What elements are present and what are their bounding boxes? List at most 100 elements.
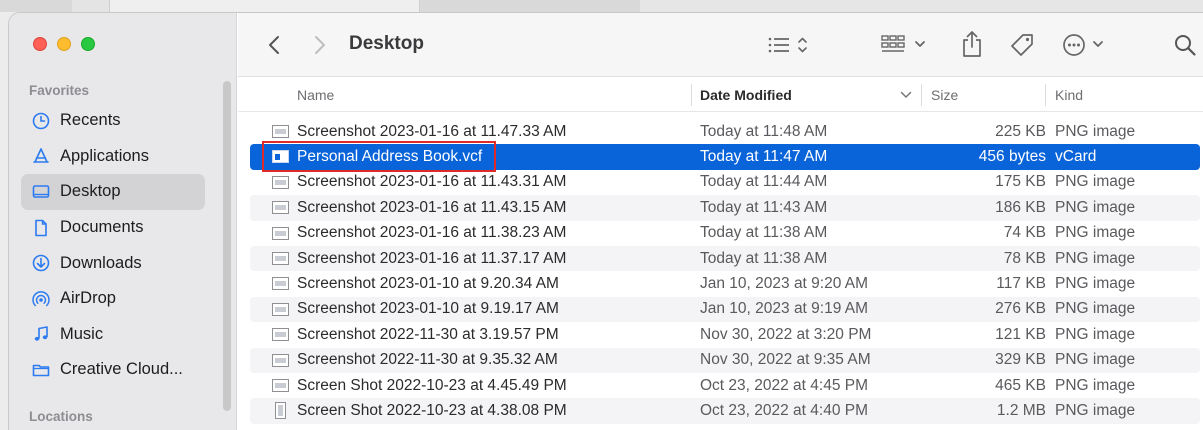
file-name: Screen Shot 2022-10-23 at 4.38.08 PM	[297, 401, 567, 419]
column-header: Name Date Modified Size Kind	[238, 78, 1203, 112]
toolbar: Desktop	[238, 13, 1203, 77]
clock-icon	[31, 111, 51, 131]
sidebar-item-label: Recents	[60, 111, 121, 130]
folder-icon	[31, 360, 51, 380]
file-row[interactable]: Screenshot 2023-01-16 at 11.37.17 AM Toda…	[250, 245, 1200, 272]
view-options-button[interactable]	[766, 33, 814, 57]
finder-window: Favorites Recents Applications Desktop D…	[8, 12, 1203, 430]
file-name: Screenshot 2023-01-10 at 9.20.34 AM	[297, 275, 559, 293]
grid-icon	[881, 35, 925, 52]
file-date-modified: Today at 11:38 AM	[700, 249, 828, 267]
file-date-modified: Today at 11:38 AM	[700, 224, 828, 242]
file-row[interactable]: Screen Shot 2022-10-23 at 4.45.49 PM Oct …	[250, 373, 1200, 398]
column-divider[interactable]	[921, 84, 922, 106]
sidebar-item-documents[interactable]: Documents	[21, 210, 205, 246]
file-kind: PNG image	[1055, 173, 1136, 191]
file-kind: vCard	[1055, 148, 1097, 166]
sidebar-item-music[interactable]: Music	[21, 317, 205, 353]
file-kind: PNG image	[1055, 300, 1136, 318]
sidebar-item-desktop[interactable]: Desktop	[21, 174, 205, 210]
column-header-size[interactable]: Size	[931, 78, 958, 112]
image-file-icon	[272, 301, 289, 318]
sidebar-scrollbar[interactable]	[223, 81, 231, 411]
file-size: 465 KB	[995, 376, 1046, 394]
image-file-icon	[272, 225, 289, 242]
sidebar-item-label: Documents	[60, 218, 144, 237]
file-row[interactable]: Screenshot 2023-01-10 at 9.20.34 AM Jan 1…	[250, 271, 1200, 296]
file-row[interactable]: Screenshot 2022-11-30 at 9.35.32 AM Nov 3…	[250, 347, 1200, 373]
ellipsis-circle-icon	[1063, 34, 1103, 56]
file-kind: PNG image	[1055, 351, 1136, 369]
share-button[interactable]	[960, 29, 984, 59]
sidebar-item-creative-cloud[interactable]: Creative Cloud...	[21, 352, 205, 388]
sidebar-item-label: Music	[60, 324, 104, 343]
file-name: Screenshot 2023-01-16 at 11.43.15 AM	[297, 198, 567, 216]
file-size: 74 KB	[1003, 224, 1046, 242]
document-icon	[31, 218, 51, 238]
background-window-strip	[0, 0, 1203, 12]
file-kind: PNG image	[1055, 401, 1136, 419]
tags-button[interactable]	[1008, 31, 1036, 59]
sidebar-item-label: Creative Cloud...	[60, 360, 183, 379]
file-row[interactable]: Screenshot 2023-01-16 at 11.38.23 AM Toda…	[250, 221, 1200, 246]
file-name: Screenshot 2022-11-30 at 3.19.57 PM	[297, 325, 559, 343]
file-row-selected[interactable]: Personal Address Book.vcf Today at 11:47 …	[250, 141, 1200, 173]
more-actions-button[interactable]	[1062, 31, 1108, 59]
forward-button[interactable]	[310, 33, 330, 57]
background-tab	[110, 0, 420, 12]
sidebar-item-airdrop[interactable]: AirDrop	[21, 281, 205, 317]
file-name: Screenshot 2023-01-16 at 11.38.23 AM	[297, 224, 567, 242]
column-header-date[interactable]: Date Modified	[700, 78, 792, 112]
minimize-window-button[interactable]	[57, 37, 71, 51]
back-button[interactable]	[264, 33, 284, 57]
file-kind: PNG image	[1055, 122, 1136, 140]
search-icon	[1175, 35, 1196, 56]
sidebar-item-applications[interactable]: Applications	[21, 139, 205, 175]
sidebar-item-downloads[interactable]: Downloads	[21, 245, 205, 281]
column-divider[interactable]	[691, 84, 692, 106]
file-row[interactable]: Screenshot 2022-11-30 at 3.19.57 PM Nov 3…	[250, 322, 1200, 347]
file-row[interactable]: Screen Shot 2022-10-23 at 4.38.08 PM Oct …	[250, 398, 1200, 424]
file-date-modified: Today at 11:47 AM	[700, 148, 828, 166]
vcard-file-icon	[272, 148, 289, 165]
image-file-icon	[272, 377, 289, 394]
file-row[interactable]: Screenshot 2023-01-16 at 11.43.31 AM Toda…	[250, 170, 1200, 195]
column-divider[interactable]	[1045, 84, 1046, 106]
file-size: 225 KB	[995, 122, 1046, 140]
sidebar-item-label: Desktop	[60, 182, 121, 201]
applications-icon	[31, 146, 51, 166]
file-name: Screenshot 2023-01-16 at 11.47.33 AM	[297, 122, 567, 140]
close-window-button[interactable]	[33, 37, 47, 51]
file-size: 276 KB	[995, 300, 1046, 318]
image-file-icon	[272, 123, 289, 140]
file-row[interactable]: Screenshot 2023-01-16 at 11.47.33 AM Toda…	[250, 119, 1200, 144]
file-name: Screenshot 2023-01-10 at 9.19.17 AM	[297, 300, 559, 318]
file-list: Screenshot 2023-01-16 at 11.47.33 AM Toda…	[250, 119, 1200, 424]
sidebar-favorites-list: Recents Applications Desktop Documents D…	[21, 103, 205, 388]
window-controls	[33, 37, 95, 51]
file-row[interactable]: Screenshot 2023-01-16 at 11.43.15 AM Toda…	[250, 195, 1200, 221]
file-date-modified: Jan 10, 2023 at 9:20 AM	[700, 275, 869, 293]
share-icon	[963, 31, 981, 57]
main-content: Desktop Name Date Modified Size Kind Scr…	[238, 13, 1203, 430]
file-row[interactable]: Screenshot 2023-01-10 at 9.19.17 AM Jan 1…	[250, 296, 1200, 323]
file-kind: PNG image	[1055, 249, 1136, 267]
sidebar-section-favorites: Favorites	[29, 83, 90, 98]
sort-descending-chevron-icon[interactable]	[900, 88, 912, 102]
sidebar-item-recents[interactable]: Recents	[21, 103, 205, 139]
search-button[interactable]	[1172, 31, 1198, 59]
file-date-modified: Today at 11:43 AM	[700, 198, 828, 216]
music-icon	[31, 324, 51, 344]
column-header-name[interactable]: Name	[297, 78, 334, 112]
file-name: Screenshot 2023-01-16 at 11.37.17 AM	[297, 249, 567, 267]
file-date-modified: Oct 23, 2022 at 4:40 PM	[700, 401, 869, 419]
file-size: 78 KB	[1003, 249, 1046, 267]
file-name: Personal Address Book.vcf	[297, 148, 483, 166]
group-button[interactable]	[880, 33, 930, 57]
file-date-modified: Nov 30, 2022 at 9:35 AM	[700, 351, 871, 369]
file-kind: PNG image	[1055, 325, 1136, 343]
chevron-right-icon	[315, 36, 325, 54]
zoom-window-button[interactable]	[81, 37, 95, 51]
list-view-icon	[768, 37, 807, 53]
column-header-kind[interactable]: Kind	[1055, 78, 1083, 112]
